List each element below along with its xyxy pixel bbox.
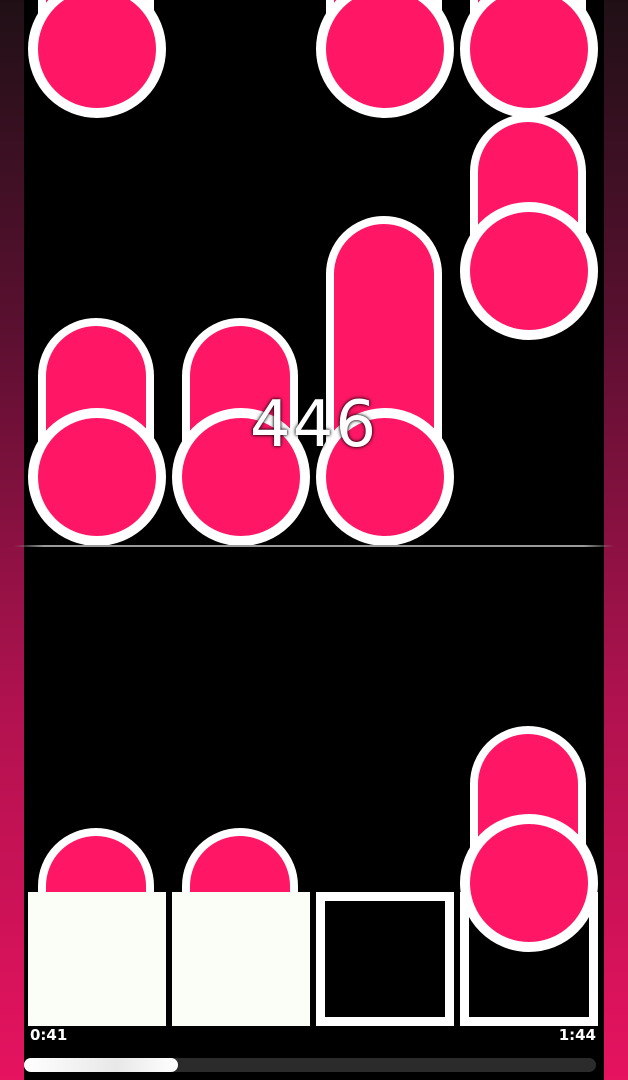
note-lane-1-top xyxy=(28,0,166,140)
judgement-line xyxy=(14,545,614,547)
right-side-border xyxy=(604,0,628,1080)
left-side-border xyxy=(0,0,24,1080)
score-counter: 446 xyxy=(249,388,379,462)
hold-note-lane-4-bottom xyxy=(460,726,598,956)
hold-note-lane-3 xyxy=(316,216,454,548)
note-lane-3-top xyxy=(316,0,454,140)
song-progress-fill xyxy=(24,1058,179,1072)
time-elapsed: 0:41 xyxy=(30,1026,68,1044)
tap-pad-lane-2[interactable] xyxy=(172,892,310,1026)
tap-pad-lane-3[interactable] xyxy=(316,892,454,1026)
tap-pad-lane-1[interactable] xyxy=(28,892,166,1026)
hold-note-lane-4 xyxy=(460,114,598,344)
song-progress-bar xyxy=(24,1058,596,1072)
time-total: 1:44 xyxy=(558,1026,596,1044)
